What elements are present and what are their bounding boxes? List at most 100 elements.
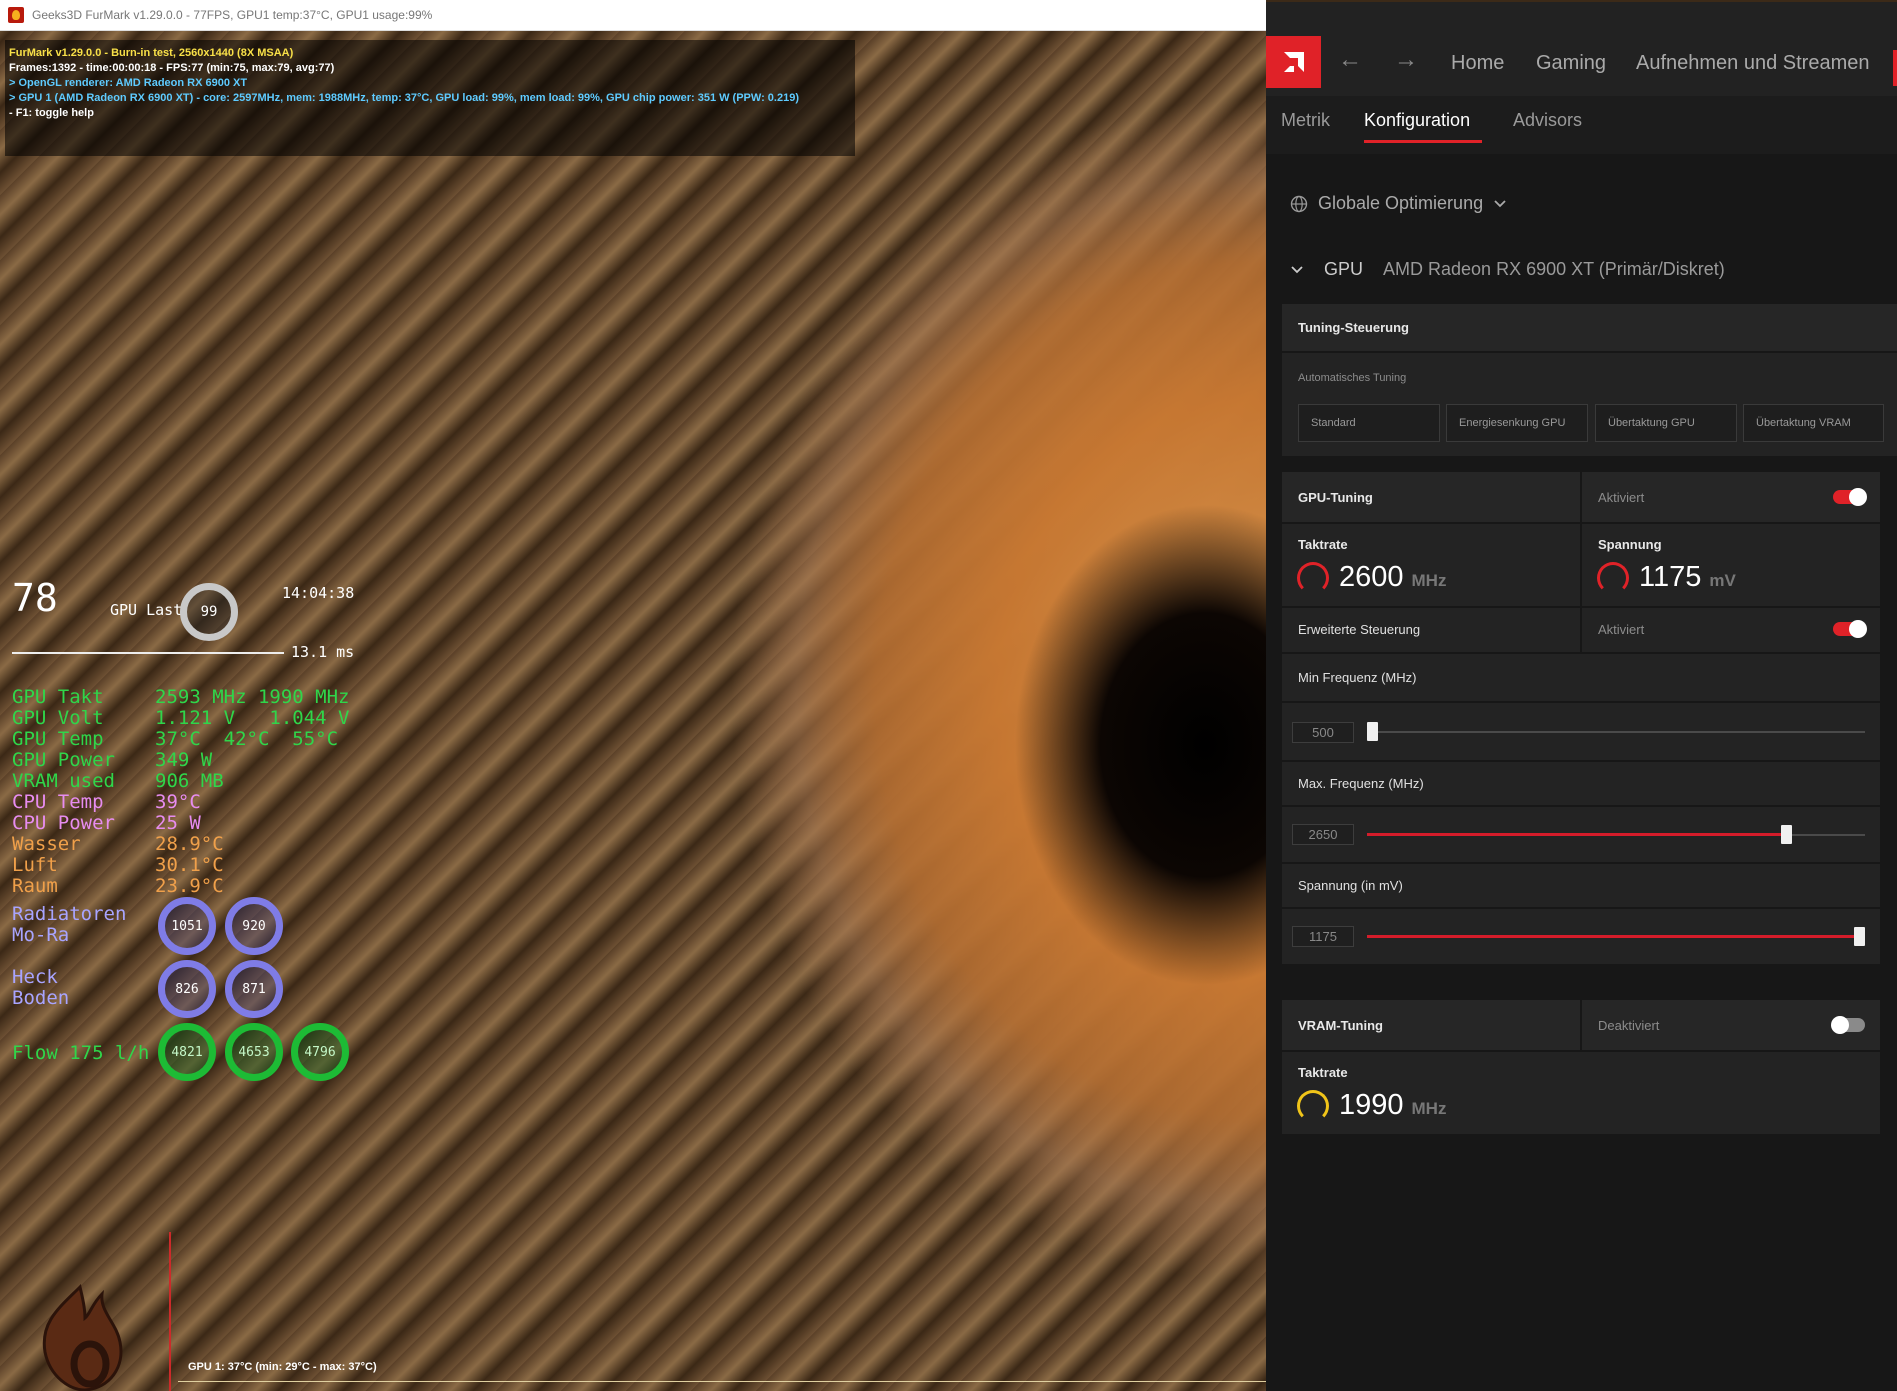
advanced-control-toggle[interactable]: [1833, 620, 1867, 638]
frametime-graph-line: [12, 652, 284, 654]
toggle-knob: [1849, 620, 1867, 638]
stat-row-gpu-takt: GPU Takt 2593 MHz 1990 MHz: [12, 685, 350, 708]
stat-key: Wasser: [12, 832, 81, 855]
divider: [1580, 606, 1582, 652]
voltage-value-box[interactable]: 1175: [1292, 926, 1354, 947]
stat-value: 30.1°C: [155, 853, 224, 876]
max-freq-slider-thumb[interactable]: [1780, 825, 1792, 844]
vram-clock-label: Taktrate: [1298, 1065, 1348, 1080]
vram-clock-unit: MHz: [1411, 1099, 1447, 1118]
preset-overclock-gpu-button[interactable]: Übertaktung GPU: [1595, 404, 1737, 442]
tab-advisors[interactable]: Advisors: [1513, 110, 1582, 131]
preset-energy-saving-button[interactable]: Energiesenkung GPU: [1446, 404, 1588, 442]
osd-line: > GPU 1 (AMD Radeon RX 6900 XT) - core: …: [9, 92, 799, 104]
global-optimization-label: Globale Optimierung: [1318, 193, 1484, 213]
nav-home[interactable]: Home: [1451, 52, 1504, 75]
divider: [1282, 522, 1880, 524]
osd-line: > OpenGL renderer: AMD Radeon RX 6900 XT: [9, 77, 248, 89]
gpu-clock-unit: MHz: [1411, 571, 1447, 590]
voltage-unit: mV: [1709, 571, 1736, 590]
stat-value: 906 MB: [155, 769, 224, 792]
temperature-graph-line: [178, 1381, 1266, 1382]
pump-gauge: 4821: [158, 1023, 216, 1081]
voltage-slider-thumb[interactable]: [1854, 927, 1865, 946]
overlay-clock: 14:04:38: [282, 584, 355, 602]
nav-record-stream[interactable]: Aufnehmen und Streamen: [1636, 52, 1870, 75]
globe-icon: [1290, 195, 1308, 212]
stat-key: GPU Volt: [12, 706, 104, 729]
stat-value: 2593 MHz 1990 MHz: [155, 685, 350, 708]
max-freq-slider-fill: [1367, 833, 1791, 836]
furmark-flame-logo: [42, 1284, 123, 1391]
osd-line: Frames:1392 - time:00:00:18 - FPS:77 (mi…: [9, 62, 335, 74]
heck-label-line: Boden: [12, 987, 70, 1009]
gpu-clock-readout: 2600 MHz: [1339, 561, 1446, 594]
chevron-down-icon: [1494, 199, 1506, 207]
stat-key: Luft: [12, 853, 58, 876]
radiatoren-label-line: Mo-Ra: [12, 924, 70, 946]
nav-gaming[interactable]: Gaming: [1536, 52, 1606, 75]
preset-overclock-vram-button[interactable]: Übertaktung VRAM: [1743, 404, 1884, 442]
voltage-gauge-icon: [1597, 562, 1629, 594]
forward-arrow-icon[interactable]: →: [1394, 46, 1418, 74]
furmark-osd: FurMark v1.29.0.0 - Burn-in test, 2560x1…: [5, 40, 855, 156]
gpu-tuning-title: GPU-Tuning: [1298, 490, 1373, 505]
gpu-selector[interactable]: GPU AMD Radeon RX 6900 XT (Primär/Diskre…: [1290, 259, 1725, 280]
back-arrow-icon[interactable]: ←: [1338, 46, 1362, 74]
osd-line: FurMark v1.29.0.0 - Burn-in test, 2560x1…: [9, 47, 294, 59]
clock-gauge-icon: [1297, 562, 1329, 594]
nav-overflow-indicator: [1893, 50, 1897, 86]
vram-clock-readout: 1990 MHz: [1339, 1089, 1446, 1122]
radiatoren-label: Radiatoren Mo-Ra: [12, 904, 126, 946]
tab-metrik[interactable]: Metrik: [1281, 110, 1330, 131]
stat-row-vram-used: VRAM used 906 MB: [12, 769, 349, 792]
global-optimization-dropdown[interactable]: Globale Optimierung: [1290, 193, 1507, 214]
stat-row-gpu-power: GPU Power 349 W: [12, 748, 349, 771]
pump-gauge: 4796: [291, 1023, 349, 1081]
divider: [1282, 760, 1880, 762]
chevron-down-icon: [1291, 265, 1303, 273]
stat-key: Raum: [12, 874, 58, 897]
heck-fan-gauge: 826: [158, 960, 216, 1018]
min-freq-value-box[interactable]: 500: [1292, 722, 1354, 743]
furmark-window: Geeks3D FurMark v1.29.0.0 - 77FPS, GPU1 …: [0, 0, 1266, 1391]
divider: [1282, 862, 1880, 864]
gpu-last-gauge: 99: [180, 583, 238, 641]
auto-tuning-label: Automatisches Tuning: [1298, 372, 1407, 384]
tab-konfiguration[interactable]: Konfiguration: [1364, 110, 1470, 131]
stat-value: 349 W: [155, 748, 213, 771]
furmark-titlebar[interactable]: Geeks3D FurMark v1.29.0.0 - 77FPS, GPU1 …: [0, 0, 1266, 31]
gpu-label: GPU: [1324, 259, 1364, 279]
stat-row-raum: Raum 23.9°C: [12, 874, 349, 897]
furmark-window-title: Geeks3D FurMark v1.29.0.0 - 77FPS, GPU1 …: [32, 8, 433, 22]
stat-row-cpu-temp: CPU Temp 39°C: [12, 790, 349, 813]
preset-standard-button[interactable]: Standard: [1298, 404, 1440, 442]
amd-logo-mark: [1283, 52, 1304, 72]
stat-row-luft: Luft 30.1°C: [12, 853, 349, 876]
min-freq-slider-track[interactable]: [1367, 731, 1865, 733]
pump-gauge: 4653: [225, 1023, 283, 1081]
divider: [1282, 652, 1880, 654]
toggle-knob: [1831, 1016, 1849, 1034]
min-freq-slider-thumb[interactable]: [1367, 722, 1378, 741]
heck-label-line: Heck: [12, 966, 58, 988]
radiator-fan-gauge: 1051: [158, 897, 216, 955]
stat-value: 39°C: [155, 790, 201, 813]
voltage-readout: 1175 mV: [1639, 561, 1736, 594]
frametime-value: 13.1 ms: [291, 643, 355, 661]
temperature-graph-label: GPU 1: 37°C (min: 29°C - max: 37°C): [188, 1361, 377, 1373]
stat-key: VRAM used: [12, 769, 115, 792]
min-freq-label: Min Frequenz (MHz): [1298, 670, 1417, 685]
vram-tuning-title: VRAM-Tuning: [1298, 1018, 1383, 1033]
stat-value: 28.9°C: [155, 832, 224, 855]
gpu-tuning-toggle[interactable]: [1833, 488, 1867, 506]
amd-window-edge: [1266, 0, 1897, 2]
stat-row-gpu-temp: GPU Temp 37°C 42°C 55°C: [12, 728, 349, 750]
tuning-control-title: Tuning-Steuerung: [1298, 320, 1409, 335]
divider: [1282, 1050, 1880, 1052]
overlay-stats: GPU Takt 2593 MHz 1990 MHz GPU Volt 1.121 …: [12, 685, 350, 897]
max-freq-value-box[interactable]: 2650: [1292, 824, 1354, 845]
vram-tuning-toggle[interactable]: [1831, 1016, 1865, 1034]
amd-logo-icon[interactable]: [1266, 36, 1321, 88]
radiatoren-label-line: Radiatoren: [12, 903, 127, 925]
